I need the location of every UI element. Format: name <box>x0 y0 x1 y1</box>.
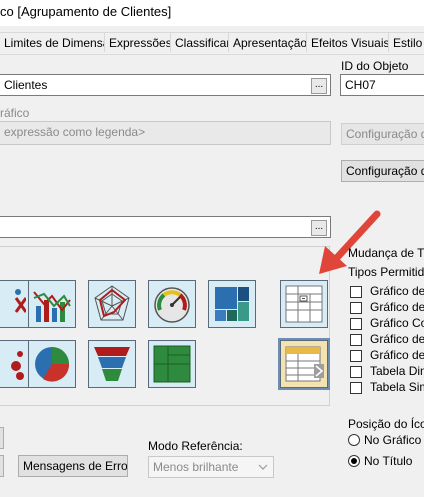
title-input[interactable]: Clientes <box>0 74 331 96</box>
scatter-chart-icon[interactable] <box>0 280 30 328</box>
reference-mode-select: Menos brilhante <box>148 456 274 478</box>
line-chart-icon[interactable] <box>28 280 76 328</box>
tab-dimension-limits[interactable]: Limites de Dimensão <box>0 32 116 52</box>
object-id-value: CH07 <box>345 78 376 92</box>
checkbox-label: Gráfico Com <box>370 316 424 330</box>
partial-button-lower[interactable] <box>0 455 4 477</box>
title-browse-button[interactable]: ... <box>311 78 327 94</box>
checkbox-label: Gráfico de B <box>370 284 424 298</box>
tab-strip: Limites de Dimensão Expressões Classific… <box>0 32 424 55</box>
block-chart-icon[interactable] <box>208 280 256 328</box>
grid-chart-icon[interactable] <box>148 340 196 388</box>
reference-mode-label: Modo Referência: <box>148 439 243 453</box>
reference-mode-value: Menos brilhante <box>153 460 239 474</box>
checkbox[interactable] <box>350 334 362 346</box>
pie-chart-icon[interactable] <box>28 340 76 388</box>
checkbox-label: Gráfico de F <box>370 348 424 362</box>
icon-position-label: Posição do Ícon <box>348 417 424 431</box>
tab-sort[interactable]: Classificar <box>170 32 230 52</box>
config-button[interactable]: Configuração de <box>341 160 424 182</box>
checkbox[interactable] <box>350 286 362 298</box>
tab-expressions[interactable]: Expressões <box>104 32 172 52</box>
object-id-input[interactable]: CH07 <box>340 74 424 96</box>
checkbox[interactable] <box>350 350 362 362</box>
pivot-table-icon[interactable] <box>280 280 328 328</box>
chevron-down-icon <box>258 464 268 470</box>
straight-table-icon[interactable] <box>278 338 330 390</box>
title-bar: co [Agrupamento de Clientes] <box>0 0 424 26</box>
subtitle-placeholder: expressão como legenda> <box>4 125 146 139</box>
allowed-types-label: Tipos Permitidos <box>348 265 424 279</box>
checkbox-label: Tabela Dinâ <box>370 364 424 378</box>
error-messages-button[interactable]: Mensagens de Erro... <box>18 455 128 477</box>
quick-change-label: Mudança de Tip <box>348 246 424 260</box>
checkbox[interactable] <box>350 302 362 314</box>
radio-on-title[interactable] <box>348 455 360 467</box>
object-id-label: ID do Objeto <box>341 59 409 73</box>
expression-input[interactable] <box>0 216 331 238</box>
radar-chart-icon[interactable] <box>88 280 136 328</box>
mekko-chart-icon[interactable] <box>0 340 30 388</box>
checkbox[interactable] <box>350 382 362 394</box>
checkbox[interactable] <box>350 318 362 330</box>
title-input-value: Clientes <box>4 78 48 92</box>
checkbox-label: Gráfico de D <box>370 332 424 346</box>
radio-on-title-label: No Título <box>364 454 413 468</box>
gauge-chart-icon[interactable] <box>148 280 196 328</box>
radio-on-chart-label: No Gráfico <box>364 433 422 447</box>
funnel-chart-icon[interactable] <box>88 340 136 388</box>
window-title: co [Agrupamento de Clientes] <box>0 4 172 19</box>
radio-on-chart[interactable] <box>348 434 360 446</box>
subtitle-input: expressão como legenda> <box>0 121 331 145</box>
checkbox-label: Gráfico de L <box>370 300 424 314</box>
checkbox[interactable] <box>350 366 362 378</box>
config-button-disabled: Configuração d <box>341 123 424 145</box>
partial-button-upper[interactable] <box>0 427 4 449</box>
checkbox-label: Tabela Simp <box>370 380 424 394</box>
tab-presentation[interactable]: Apresentação <box>228 32 307 52</box>
tab-style[interactable]: Estilo <box>388 32 424 52</box>
subtitle-label: ráfico <box>0 106 30 120</box>
tab-visual-effects[interactable]: Efeitos Visuais <box>306 32 390 52</box>
